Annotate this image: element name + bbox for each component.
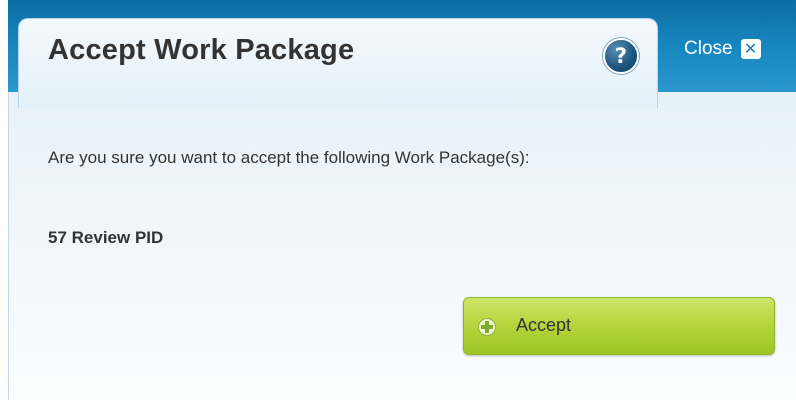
confirmation-message: Are you sure you want to accept the foll… bbox=[48, 148, 530, 167]
help-icon[interactable]: ? bbox=[603, 38, 639, 74]
close-button[interactable]: Close ✕ bbox=[684, 38, 761, 60]
work-package-name: 57 Review PID bbox=[48, 228, 164, 247]
close-icon[interactable]: ✕ bbox=[740, 39, 761, 59]
plus-icon bbox=[478, 318, 496, 336]
accept-work-package-dialog: Accept Work Package ? Close ✕ Are you su… bbox=[0, 0, 796, 400]
dialog-title: Accept Work Package bbox=[48, 34, 355, 66]
accept-label[interactable]: Accept bbox=[516, 315, 571, 336]
close-label[interactable]: Close bbox=[684, 38, 733, 60]
accept-button[interactable]: Accept bbox=[463, 297, 775, 355]
